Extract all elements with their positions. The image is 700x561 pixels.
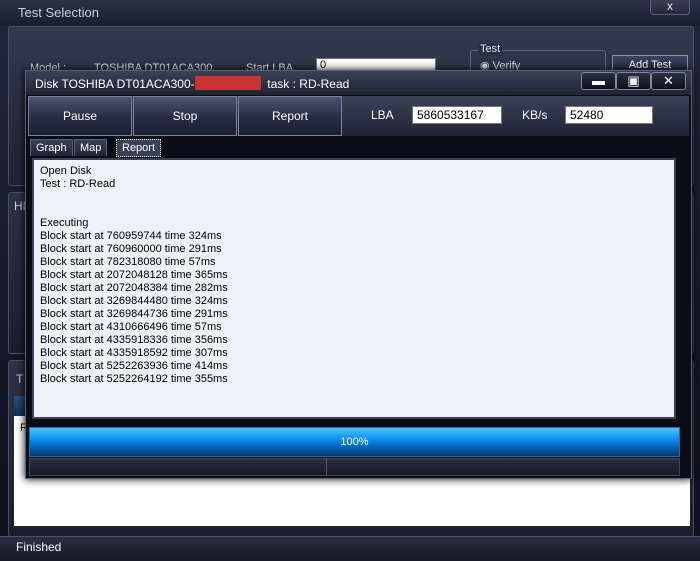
report-line: Block start at 782318080 time 57ms xyxy=(40,256,216,268)
status-bar xyxy=(0,536,700,561)
report-log[interactable]: Open Disk Test : RD-Read Executing Block st… xyxy=(32,158,676,419)
maximize-button[interactable]: ▣ xyxy=(616,72,651,90)
tab-report[interactable]: Report xyxy=(116,139,162,157)
dialog-title-suffix: task : RD-Read xyxy=(267,77,350,91)
parent-titlebar xyxy=(0,0,700,26)
report-line: Block start at 4310666496 time 57ms xyxy=(40,321,222,333)
report-line: Block start at 760960000 time 291ms xyxy=(40,243,222,255)
dialog-title-prefix: Disk TOSHIBA DT01ACA300- xyxy=(35,77,195,91)
dialog-titlebar[interactable]: Disk TOSHIBA DT01ACA300- task : RD-Read … xyxy=(26,71,691,95)
test-group-label: Test xyxy=(478,43,503,55)
report-line: Open Disk xyxy=(40,165,92,177)
dialog-status-bar xyxy=(29,458,680,476)
close-button[interactable]: ✕ xyxy=(651,72,686,90)
lba-label: LBA xyxy=(371,108,394,122)
report-line: Test : RD-Read xyxy=(40,178,116,190)
report-button[interactable]: Report xyxy=(238,96,342,136)
tab-map[interactable]: Map xyxy=(74,139,108,156)
report-line: Executing xyxy=(40,217,89,229)
parent-close-button[interactable]: x xyxy=(650,0,690,15)
close-icon: ✕ xyxy=(663,73,674,88)
kbs-field[interactable]: 52480 xyxy=(565,106,653,124)
kbs-label: KB/s xyxy=(522,108,548,122)
report-line: Block start at 3269844480 time 324ms xyxy=(40,295,228,307)
report-line: Block start at 2072048384 time 282ms xyxy=(40,282,228,294)
redacted-serial xyxy=(194,76,261,90)
report-line: Block start at 5252263936 time 414ms xyxy=(40,360,228,372)
status-divider xyxy=(326,459,327,475)
report-line: Block start at 5252264192 time 355ms xyxy=(40,373,228,385)
parent-title: Test Selection xyxy=(18,5,99,20)
lba-field[interactable]: 5860533167 xyxy=(412,106,502,124)
disk-task-dialog: Disk TOSHIBA DT01ACA300- task : RD-Read … xyxy=(25,70,692,479)
report-line: Block start at 4335918592 time 307ms xyxy=(40,347,228,359)
minimize-icon: ▬ xyxy=(592,73,605,88)
report-line: Block start at 4335918336 time 356ms xyxy=(40,334,228,346)
report-line xyxy=(40,204,668,217)
task-panel-label: T xyxy=(16,372,24,386)
status-text: Finished xyxy=(16,540,62,554)
pause-button[interactable]: Pause xyxy=(28,96,132,136)
report-line xyxy=(40,191,668,204)
stop-button[interactable]: Stop xyxy=(133,96,237,136)
report-line: Block start at 760959744 time 324ms xyxy=(40,230,222,242)
dialog-title: Disk TOSHIBA DT01ACA300- task : RD-Read xyxy=(35,76,349,91)
report-line: Block start at 2072048128 time 365ms xyxy=(40,269,228,281)
tab-graph[interactable]: Graph xyxy=(30,139,73,156)
report-line: Block start at 3269844736 time 291ms xyxy=(40,308,228,320)
minimize-button[interactable]: ▬ xyxy=(581,72,616,90)
progress-bar: 100% xyxy=(29,427,680,457)
progress-label: 100% xyxy=(340,436,369,448)
maximize-icon: ▣ xyxy=(627,73,640,88)
